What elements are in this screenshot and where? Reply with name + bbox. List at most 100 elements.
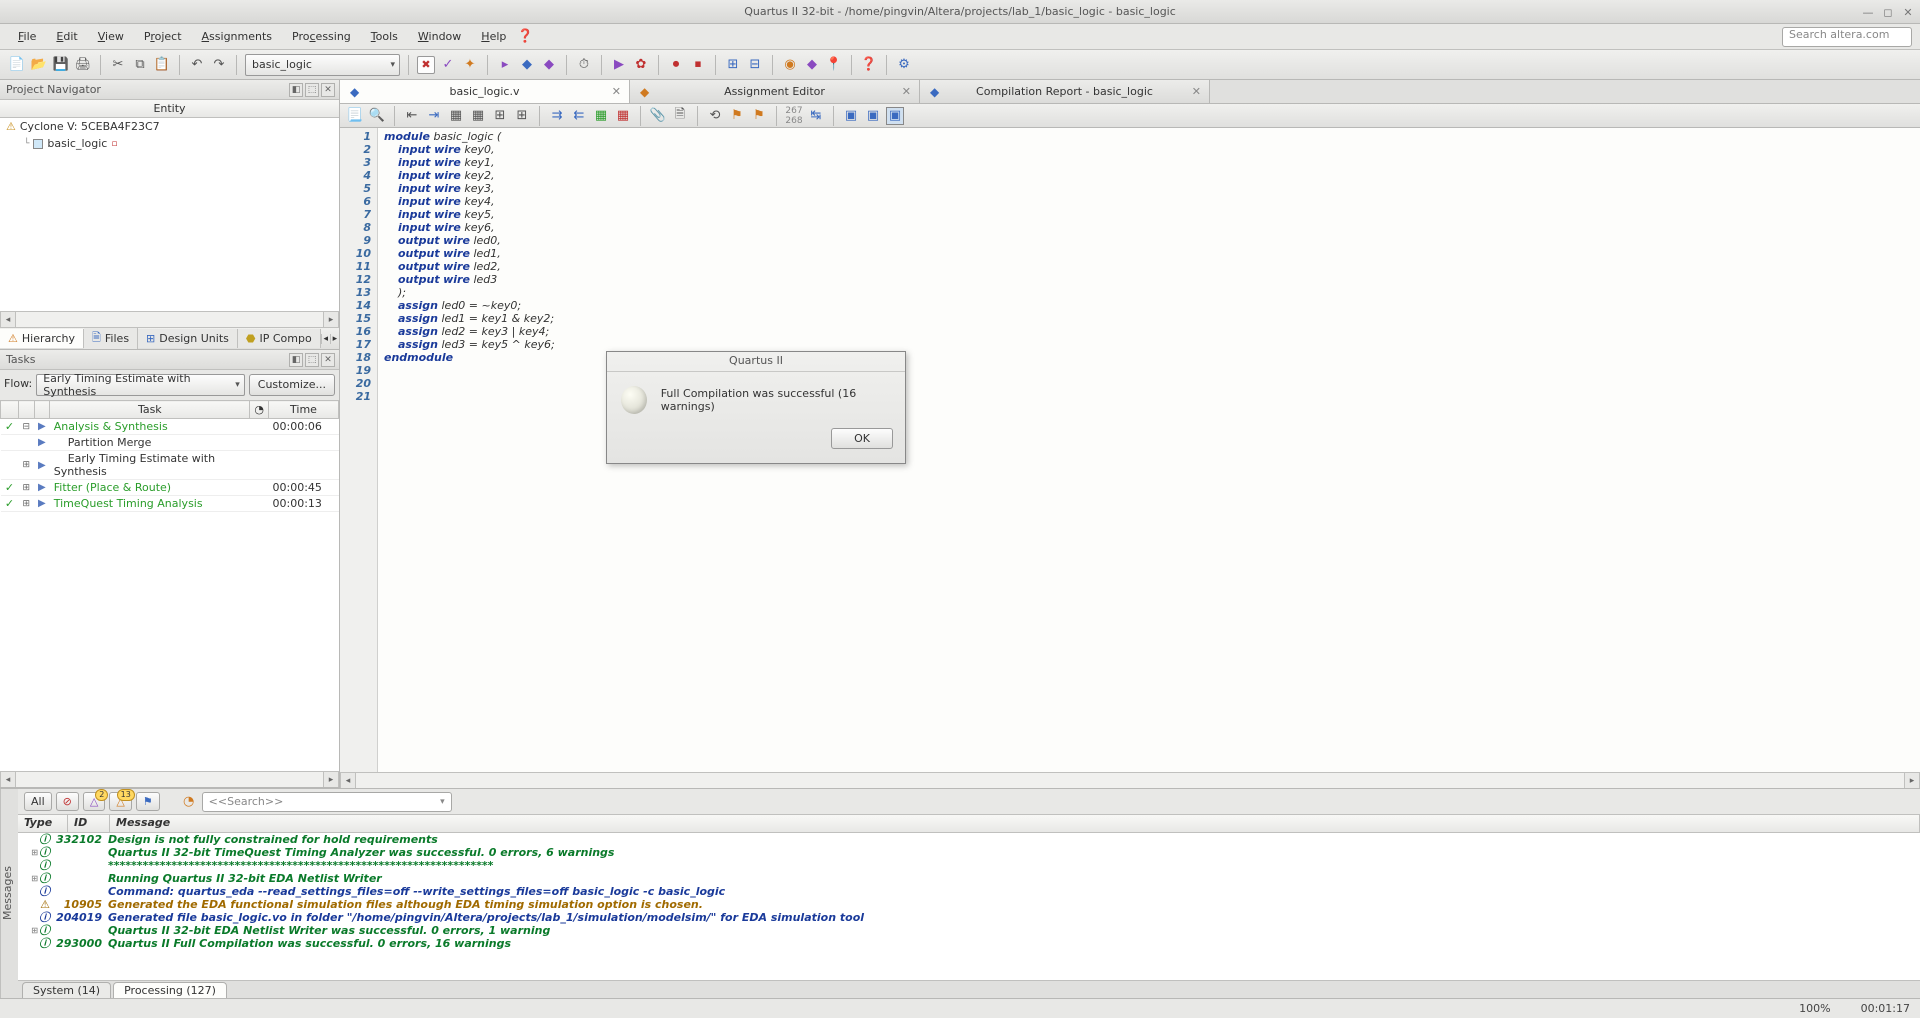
tasks-hscroll[interactable]: ◂ ▸ xyxy=(0,771,339,787)
filter-all-button[interactable]: All xyxy=(24,792,52,811)
tab-close-icon[interactable]: ✕ xyxy=(612,85,621,98)
tab-close-icon[interactable]: ✕ xyxy=(1192,85,1201,98)
task-row[interactable]: ▶ Partition Merge xyxy=(1,435,339,451)
col-type[interactable]: Type xyxy=(18,815,68,832)
code-line[interactable]: assign led2 = key3 | key4; xyxy=(384,325,555,338)
task-row[interactable]: ✓⊟▶Analysis & Synthesis00:00:06 xyxy=(1,419,339,435)
ed-box2-icon[interactable]: ▣ xyxy=(864,107,882,125)
programmer-icon[interactable]: ◆ xyxy=(803,56,821,74)
message-row[interactable]: ⊞ⓘQuartus II 32-bit TimeQuest Timing Ana… xyxy=(18,846,1920,859)
code-line[interactable]: output wire led3 xyxy=(384,273,555,286)
menu-file[interactable]: File xyxy=(8,27,46,46)
hscroll-left-icon[interactable]: ◂ xyxy=(0,312,16,327)
ed-flag-icon[interactable]: ⚑ xyxy=(728,107,746,125)
netlist-icon[interactable]: ⊞ xyxy=(724,56,742,74)
tab-hierarchy[interactable]: ⚠Hierarchy xyxy=(0,329,84,348)
ed-collapse-icon[interactable]: ⇤ xyxy=(403,107,421,125)
message-row[interactable]: ⚠10905Generated the EDA functional simul… xyxy=(18,898,1920,911)
code-line[interactable]: input wire key6, xyxy=(384,221,555,234)
hscroll-right-icon[interactable]: ▸ xyxy=(323,772,339,787)
signaltap-icon[interactable]: ◉ xyxy=(781,56,799,74)
code-line[interactable]: assign led1 = key1 & key2; xyxy=(384,312,555,325)
find-icon[interactable]: 🔍 xyxy=(368,107,386,125)
tab-design-units[interactable]: ⊞Design Units xyxy=(138,329,238,348)
ed-expand-icon[interactable]: ⇥ xyxy=(425,107,443,125)
message-row[interactable]: ⊞ⓘQuartus II 32-bit EDA Netlist Writer w… xyxy=(18,924,1920,937)
ed-bookmark2-icon[interactable]: ▦ xyxy=(469,107,487,125)
technology-map-icon[interactable]: ⊟ xyxy=(746,56,764,74)
flow-combo[interactable]: Early Timing Estimate with Synthesis ▾ xyxy=(36,374,245,396)
messages-list[interactable]: ⓘ332102Design is not fully constrained f… xyxy=(18,833,1920,980)
device-root-row[interactable]: ⚠ Cyclone V: 5CEBA4F23C7 xyxy=(0,118,339,135)
search-altera-input[interactable]: Search altera.com xyxy=(1782,27,1912,47)
hscroll-left-icon[interactable]: ◂ xyxy=(340,773,356,788)
ed-doc-icon[interactable]: 🗎 xyxy=(671,107,689,125)
messages-search-input[interactable]: <<Search>> ▾ xyxy=(202,792,452,812)
stop-compile-icon[interactable]: ✖ xyxy=(417,56,435,74)
code-line[interactable]: endmodule xyxy=(384,351,555,364)
entity-column-header[interactable]: Entity xyxy=(0,100,339,118)
nav-hscroll[interactable]: ◂ ▸ xyxy=(0,311,339,327)
code-line[interactable]: input wire key3, xyxy=(384,182,555,195)
hscroll-right-icon[interactable]: ▸ xyxy=(323,312,339,327)
ed-outdent-icon[interactable]: ⇇ xyxy=(570,107,588,125)
customize-button[interactable]: Customize... xyxy=(249,374,335,396)
code-line[interactable]: assign led3 = key5 ^ key6; xyxy=(384,338,555,351)
messages-side-label[interactable]: Messages xyxy=(0,789,18,998)
ed-box3-icon[interactable]: ▣ xyxy=(886,107,904,125)
ed-uncomment-icon[interactable]: ▦ xyxy=(614,107,632,125)
filter-warnings-button[interactable]: △13 xyxy=(109,792,131,811)
code-line[interactable]: input wire key2, xyxy=(384,169,555,182)
code-line[interactable]: input wire key1, xyxy=(384,156,555,169)
entity-tree[interactable]: Entity ⚠ Cyclone V: 5CEBA4F23C7 └ basic_… xyxy=(0,100,339,311)
ed-back-icon[interactable]: 📃 xyxy=(346,107,364,125)
tab-ip-components[interactable]: ⬣IP Compo xyxy=(238,329,321,348)
tab-assignment-editor[interactable]: ◆ Assignment Editor ✕ xyxy=(630,80,920,103)
status-zoom[interactable]: 100% xyxy=(1799,1002,1830,1015)
time-col[interactable]: Time xyxy=(269,401,339,419)
menu-help[interactable]: Help xyxy=(471,27,516,46)
ed-attach-icon[interactable]: 📎 xyxy=(649,107,667,125)
open-folder-icon[interactable]: 📂 xyxy=(30,56,48,74)
dialog-title[interactable]: Quartus II xyxy=(607,352,905,372)
task-row[interactable]: ✓⊞▶TimeQuest Timing Analysis00:00:13 xyxy=(1,496,339,512)
help-icon[interactable]: ❓ xyxy=(860,56,878,74)
menu-assignments[interactable]: Assignments xyxy=(192,27,283,46)
tab-compilation-report[interactable]: ◆ Compilation Report - basic_logic ✕ xyxy=(920,80,1210,103)
menu-processing[interactable]: Processing xyxy=(282,27,361,46)
ed-comment-icon[interactable]: ▦ xyxy=(592,107,610,125)
redo-icon[interactable]: ↷ xyxy=(210,56,228,74)
project-combo[interactable]: basic_logic ▾ xyxy=(245,54,400,76)
timer-icon[interactable]: ⏱ xyxy=(575,56,593,74)
menu-window[interactable]: Window xyxy=(408,27,471,46)
panel-float-icon[interactable]: ◧ xyxy=(289,83,303,97)
code-line[interactable]: output wire led1, xyxy=(384,247,555,260)
menu-view[interactable]: View xyxy=(88,27,134,46)
code-line[interactable]: assign led0 = ~key0; xyxy=(384,299,555,312)
design-explorer-icon[interactable]: ✦ xyxy=(461,56,479,74)
ed-indent-icon[interactable]: ⇉ xyxy=(548,107,566,125)
window-maximize-icon[interactable]: ◻ xyxy=(1882,6,1894,18)
panel-pin-icon[interactable]: ⬚ xyxy=(305,83,319,97)
hscroll-left-icon[interactable]: ◂ xyxy=(0,772,16,787)
copy-icon[interactable]: ⧉ xyxy=(131,56,149,74)
tab-close-icon[interactable]: ✕ xyxy=(902,85,911,98)
code-line[interactable]: output wire led0, xyxy=(384,234,555,247)
tab-processing[interactable]: Processing (127) xyxy=(113,982,227,998)
tab-files[interactable]: 🗎Files xyxy=(84,327,138,349)
col-id[interactable]: ID xyxy=(68,815,110,832)
filter-errors-button[interactable]: ⊘ xyxy=(56,792,79,811)
code-editor[interactable]: 123456789101112131415161718192021 module… xyxy=(340,128,1920,772)
full-compile-icon[interactable]: ◆ xyxy=(518,56,536,74)
funnel-icon[interactable]: ◔ xyxy=(180,793,198,811)
tab-system[interactable]: System (14) xyxy=(22,982,111,998)
compile-report-icon[interactable]: ◆ xyxy=(540,56,558,74)
code-line[interactable]: module basic_logic ( xyxy=(384,130,555,143)
task-row[interactable]: ✓⊞▶Fitter (Place & Route)00:00:45 xyxy=(1,480,339,496)
cut-icon[interactable]: ✂ xyxy=(109,56,127,74)
licensing-icon[interactable]: ⚙ xyxy=(895,56,913,74)
stop-icon[interactable]: ✿ xyxy=(632,56,650,74)
tabs-scroll-left-icon[interactable]: ◂ xyxy=(321,334,330,344)
code-line[interactable]: input wire key0, xyxy=(384,143,555,156)
undo-icon[interactable]: ↶ xyxy=(188,56,206,74)
